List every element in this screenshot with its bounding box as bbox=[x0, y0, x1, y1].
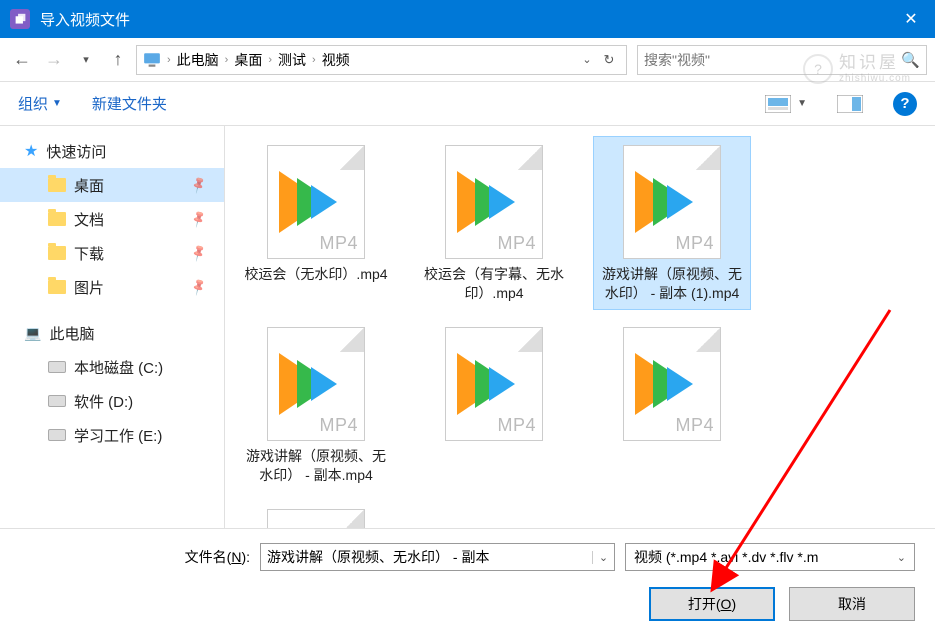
titlebar: 导入视频文件 ✕ bbox=[0, 0, 935, 38]
navbar: ← → ▾ ↑ › 此电脑› 桌面› 测试› 视频 ⌄ ↻ 🔍 bbox=[0, 38, 935, 82]
sidebar-pictures[interactable]: 图片 bbox=[0, 270, 224, 304]
folder-icon bbox=[48, 246, 66, 260]
app-icon bbox=[10, 9, 30, 29]
sidebar-documents[interactable]: 文档 bbox=[0, 202, 224, 236]
help-button[interactable]: ? bbox=[893, 92, 917, 116]
preview-pane-button[interactable] bbox=[837, 95, 863, 113]
organize-button[interactable]: 组织▼ bbox=[18, 93, 62, 114]
search-icon[interactable]: 🔍 bbox=[901, 51, 920, 69]
new-folder-button[interactable]: 新建文件夹 bbox=[92, 93, 167, 114]
file-item[interactable]: MP4 游戏讲解（原视频、无水印） - 副本 (1).mp4 bbox=[593, 136, 751, 310]
filename-dropdown[interactable]: ⌄ bbox=[592, 551, 614, 564]
refresh-button[interactable]: ↻ bbox=[598, 52, 620, 68]
crumb-0[interactable]: 此电脑 bbox=[173, 50, 223, 70]
video-play-icon bbox=[641, 171, 703, 233]
view-button[interactable]: ▼ bbox=[765, 95, 807, 113]
window-title: 导入视频文件 bbox=[40, 9, 887, 30]
file-ext-label: MP4 bbox=[497, 415, 536, 436]
sidebar: ★快速访问 桌面 文档 下载 图片 💻此电脑 本地磁盘 (C:) 软件 (D:)… bbox=[0, 126, 225, 528]
sidebar-desktop[interactable]: 桌面 bbox=[0, 168, 224, 202]
folder-icon bbox=[48, 212, 66, 226]
video-play-icon bbox=[285, 353, 347, 415]
search-input[interactable] bbox=[644, 52, 901, 68]
disk-icon bbox=[48, 361, 66, 373]
file-pane[interactable]: MP4 校运会（无水印）.mp4 MP4 校运会（有字幕、无水印）.mp4 MP… bbox=[225, 126, 935, 528]
file-item[interactable]: MP4 bbox=[593, 318, 751, 492]
file-thumbnail: MP4 bbox=[420, 143, 568, 261]
file-item[interactable]: MP4 游戏讲解（原视频、无水印） - 副本.mp4 bbox=[237, 318, 395, 492]
sidebar-drive-c[interactable]: 本地磁盘 (C:) bbox=[0, 350, 224, 384]
folder-icon bbox=[48, 178, 66, 192]
file-ext-label: MP4 bbox=[319, 415, 358, 436]
file-ext-label: MP4 bbox=[497, 233, 536, 254]
file-thumbnail: MP4 bbox=[598, 325, 746, 443]
file-thumbnail: MP4 bbox=[242, 143, 390, 261]
sidebar-drive-e[interactable]: 学习工作 (E:) bbox=[0, 418, 224, 452]
up-button[interactable]: ↑ bbox=[104, 46, 132, 74]
sidebar-quick-access[interactable]: ★快速访问 bbox=[0, 134, 224, 168]
file-ext-label: MP4 bbox=[675, 415, 714, 436]
disk-icon bbox=[48, 429, 66, 441]
forward-button[interactable]: → bbox=[40, 46, 68, 74]
video-play-icon bbox=[641, 353, 703, 415]
crumb-3[interactable]: 视频 bbox=[318, 50, 354, 70]
crumb-1[interactable]: 桌面 bbox=[230, 50, 266, 70]
filetype-dropdown-icon: ⌄ bbox=[897, 551, 906, 564]
thumbnail-view-icon bbox=[765, 95, 791, 113]
filetype-combo[interactable]: 视频 (*.mp4 *.avi *.dv *.flv *.m ⌄ bbox=[625, 543, 915, 571]
back-button[interactable]: ← bbox=[8, 46, 36, 74]
bottom-panel: 文件名(N): ⌄ 视频 (*.mp4 *.avi *.dv *.flv *.m… bbox=[0, 528, 935, 638]
filetype-label: 视频 (*.mp4 *.avi *.dv *.flv *.m bbox=[634, 547, 818, 567]
file-name-label: 校运会（无水印）.mp4 bbox=[242, 265, 390, 284]
filename-label: 文件名(N): bbox=[20, 547, 250, 567]
file-ext-label: MP4 bbox=[319, 233, 358, 254]
search-box[interactable]: 🔍 bbox=[637, 45, 927, 75]
video-play-icon bbox=[285, 171, 347, 233]
recent-dropdown[interactable]: ▾ bbox=[72, 46, 100, 74]
pc-icon: 💻 bbox=[24, 325, 41, 342]
video-play-icon bbox=[463, 171, 525, 233]
file-thumbnail: MP4 bbox=[598, 143, 746, 261]
sidebar-drive-d[interactable]: 软件 (D:) bbox=[0, 384, 224, 418]
preview-pane-icon bbox=[837, 95, 863, 113]
file-ext-label: MP4 bbox=[675, 233, 714, 254]
file-thumbnail: MP4 bbox=[420, 325, 568, 443]
file-item[interactable]: MP4 校运会（无水印）.mp4 bbox=[237, 136, 395, 310]
toolbar: 组织▼ 新建文件夹 ▼ ? bbox=[0, 82, 935, 126]
file-thumbnail: MP4 bbox=[242, 507, 390, 528]
open-button[interactable]: 打开(O) bbox=[649, 587, 775, 621]
file-item[interactable]: MP4 校运会（有字幕、无水印）.mp4 bbox=[415, 136, 573, 310]
breadcrumb[interactable]: › 此电脑› 桌面› 测试› 视频 ⌄ ↻ bbox=[136, 45, 627, 75]
file-item[interactable]: MP4 bbox=[415, 318, 573, 492]
file-name-label: 游戏讲解（原视频、无水印） - 副本 (1).mp4 bbox=[598, 265, 746, 303]
breadcrumb-dropdown[interactable]: ⌄ bbox=[576, 53, 598, 66]
pc-icon bbox=[143, 51, 161, 69]
cancel-button[interactable]: 取消 bbox=[789, 587, 915, 621]
crumb-2[interactable]: 测试 bbox=[274, 50, 310, 70]
folder-icon bbox=[48, 280, 66, 294]
sidebar-this-pc[interactable]: 💻此电脑 bbox=[0, 316, 224, 350]
file-item[interactable]: MP4 bbox=[237, 500, 395, 528]
sidebar-downloads[interactable]: 下载 bbox=[0, 236, 224, 270]
disk-icon bbox=[48, 395, 66, 407]
filename-input[interactable] bbox=[261, 549, 592, 565]
filename-combo[interactable]: ⌄ bbox=[260, 543, 615, 571]
video-play-icon bbox=[463, 353, 525, 415]
star-icon: ★ bbox=[24, 141, 38, 161]
file-name-label: 游戏讲解（原视频、无水印） - 副本.mp4 bbox=[242, 447, 390, 485]
file-name-label: 校运会（有字幕、无水印）.mp4 bbox=[420, 265, 568, 303]
file-thumbnail: MP4 bbox=[242, 325, 390, 443]
close-button[interactable]: ✕ bbox=[887, 0, 935, 38]
